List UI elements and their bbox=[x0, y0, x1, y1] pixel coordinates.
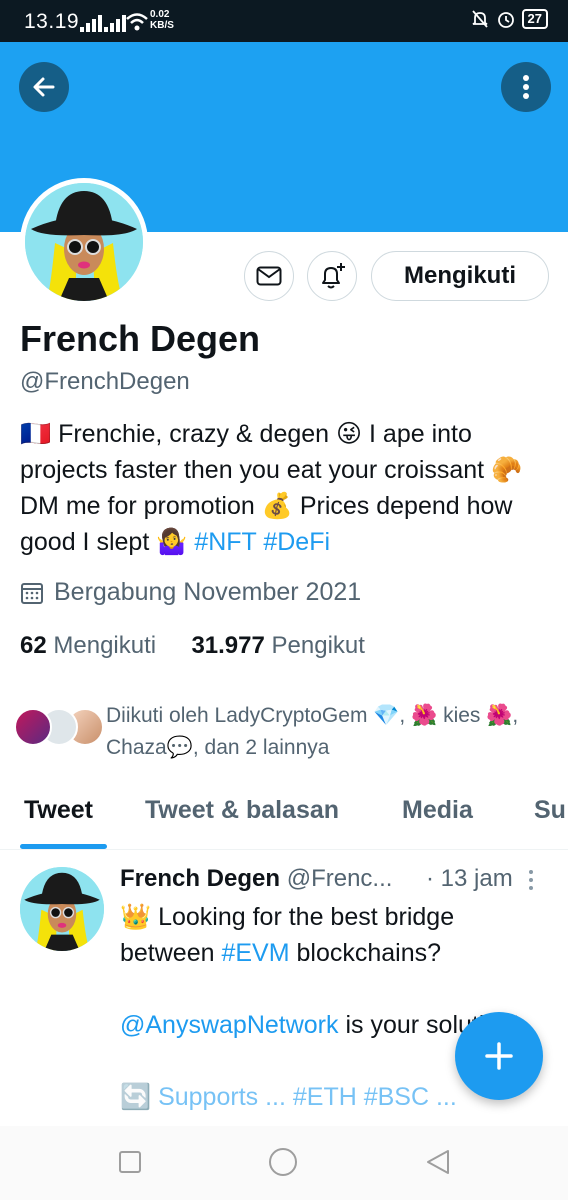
net-speed: 0.02 KB/S bbox=[150, 9, 174, 31]
status-bar: 13.19 0.02 KB/S 27 bbox=[0, 0, 568, 42]
plus-icon bbox=[485, 1042, 513, 1070]
profile-handle: @FrenchDegen bbox=[20, 368, 190, 395]
calendar-icon bbox=[21, 582, 43, 604]
avatar-image bbox=[25, 183, 143, 301]
hashtag-nft[interactable]: #NFT bbox=[194, 528, 256, 556]
tab-likes[interactable]: Su bbox=[534, 796, 566, 825]
system-nav-bar bbox=[0, 1126, 568, 1200]
hashtag-defi[interactable]: #DeFi bbox=[263, 528, 330, 556]
join-date-text: Bergabung November 2021 bbox=[54, 578, 362, 606]
message-button[interactable] bbox=[244, 251, 294, 301]
avatar-image bbox=[20, 867, 104, 951]
back-button[interactable] bbox=[19, 62, 69, 112]
compose-tweet-button[interactable] bbox=[455, 1012, 543, 1100]
arrow-left-icon bbox=[33, 77, 55, 97]
notify-button[interactable] bbox=[307, 251, 357, 301]
following-label: Mengikuti bbox=[53, 632, 157, 659]
tweet-paragraph: 👑 Looking for the best bridge between #E… bbox=[120, 899, 540, 971]
battery-indicator: 27 bbox=[521, 9, 548, 29]
followers-link[interactable]: 31.977 Pengikut bbox=[191, 632, 364, 659]
hashtag-evm[interactable]: #EVM bbox=[221, 939, 289, 967]
tweet-header: French Degen @Frenc... bbox=[120, 865, 392, 893]
square-icon[interactable] bbox=[118, 1150, 142, 1174]
followed-by[interactable]: Diikuti oleh LadyCryptoGem 💎, 🌺 kies 🌺, … bbox=[14, 700, 564, 762]
status-right: 27 bbox=[470, 9, 548, 29]
tweet-more-icon[interactable] bbox=[528, 869, 534, 891]
follow-counts: 62 Mengikuti 31.977 Pengikut bbox=[20, 632, 365, 660]
active-tab-indicator bbox=[20, 844, 107, 849]
following-count: 62 bbox=[20, 632, 47, 659]
bio-text: Frenchie, crazy & degen bbox=[51, 420, 337, 448]
profile-tabs: Tweet Tweet & balasan Media Su bbox=[0, 776, 568, 850]
followers-label: Pengikut bbox=[271, 632, 365, 659]
profile-bio: 🇫🇷 Frenchie, crazy & degen 😜 I ape into … bbox=[20, 416, 560, 560]
follower-avatar bbox=[14, 708, 52, 746]
shrug-emoji: 🤷‍♀️ bbox=[156, 528, 188, 556]
following-button[interactable]: Mengikuti bbox=[371, 251, 549, 301]
more-options-button[interactable] bbox=[501, 62, 551, 112]
circle-icon[interactable] bbox=[268, 1147, 298, 1177]
profile-avatar[interactable] bbox=[20, 178, 148, 306]
bell-plus-icon bbox=[322, 263, 345, 289]
tweet-time: · 13 jam bbox=[426, 865, 513, 892]
mention-anyswap[interactable]: @AnyswapNetwork bbox=[120, 1011, 339, 1039]
tweet-avatar[interactable] bbox=[20, 867, 104, 951]
net-speed-unit: KB/S bbox=[150, 20, 174, 31]
money-bag-emoji: 💰 bbox=[261, 492, 293, 520]
profile-display-name: French Degen bbox=[20, 318, 261, 359]
bell-off-icon bbox=[471, 10, 488, 28]
bio-text: DM me for promotion bbox=[20, 492, 262, 520]
join-date: Bergabung November 2021 bbox=[20, 578, 361, 607]
tab-media[interactable]: Media bbox=[402, 796, 473, 825]
tweet-author-handle[interactable]: @Frenc... bbox=[287, 865, 393, 892]
status-time: 13.19 bbox=[24, 10, 80, 33]
alarm-icon bbox=[497, 12, 514, 28]
more-vertical-icon bbox=[523, 75, 529, 99]
tab-tweet-replies[interactable]: Tweet & balasan bbox=[145, 796, 339, 825]
tab-tweet[interactable]: Tweet bbox=[24, 796, 93, 825]
wink-emoji: 😜 bbox=[336, 420, 363, 448]
net-speed-value: 0.02 bbox=[150, 9, 170, 20]
wifi-icon bbox=[126, 13, 148, 31]
croissant-emoji: 🥐 bbox=[491, 456, 523, 484]
tweet-line: blockchains? bbox=[289, 939, 442, 967]
triangle-back-icon[interactable] bbox=[424, 1148, 452, 1176]
following-link[interactable]: 62 Mengikuti bbox=[20, 632, 156, 659]
followed-by-text: Diikuti oleh LadyCryptoGem 💎, 🌺 kies 🌺, … bbox=[106, 704, 519, 759]
tweet-author-name[interactable]: French Degen bbox=[120, 865, 280, 892]
followers-count: 31.977 bbox=[191, 632, 265, 659]
flag-emoji: 🇫🇷 bbox=[20, 420, 52, 448]
mail-icon bbox=[256, 266, 282, 286]
